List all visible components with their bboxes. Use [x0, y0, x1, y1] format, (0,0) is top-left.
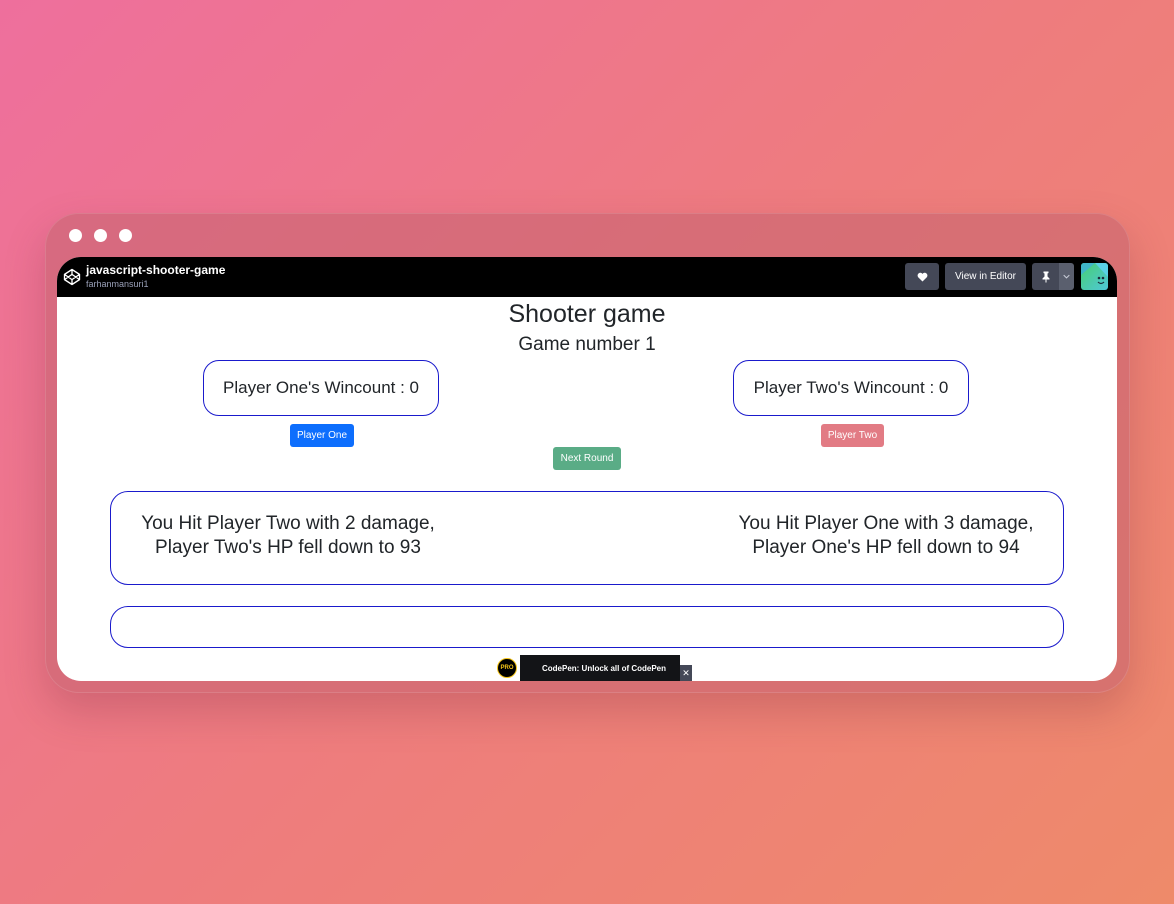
player-two-wincount: Player Two's Wincount : 0 [733, 360, 969, 416]
player-two-log-line2: Player One's HP fell down to 94 [752, 537, 1020, 558]
window-dot-minimize[interactable] [94, 229, 107, 242]
ad-close-button[interactable]: ✕ [680, 665, 692, 681]
result-box [110, 606, 1064, 648]
next-round-button[interactable]: Next Round [553, 447, 621, 470]
pin-icon [1042, 271, 1049, 282]
ad-text[interactable]: CodePen: Unlock all of CodePen [542, 664, 666, 673]
avatar-icon [1081, 263, 1108, 285]
player-one-log-line2: Player Two's HP fell down to 93 [155, 537, 421, 558]
codepen-pro-ad[interactable]: PRO CodePen: Unlock all of CodePen [494, 655, 680, 681]
damage-log: You Hit Player Two with 2 damage, Player… [110, 491, 1064, 585]
game-number: Game number 1 [518, 334, 656, 355]
chevron-down-icon [1063, 274, 1070, 279]
codepen-topbar: javascript-shooter-game farhanmansuri1 V… [57, 257, 1117, 297]
window-controls [69, 229, 132, 242]
pro-badge-container: PRO [494, 655, 520, 681]
browser-window: javascript-shooter-game farhanmansuri1 V… [45, 213, 1130, 693]
pen-title[interactable]: javascript-shooter-game [86, 263, 225, 277]
pin-button[interactable] [1032, 263, 1059, 290]
browser-viewport: javascript-shooter-game farhanmansuri1 V… [57, 257, 1117, 681]
view-in-editor-button[interactable]: View in Editor [945, 263, 1026, 290]
pro-badge: PRO [497, 658, 517, 678]
window-dot-maximize[interactable] [119, 229, 132, 242]
player-one-log-line1: You Hit Player Two with 2 damage, [141, 513, 435, 534]
game-content: Shooter game Game number 1 Player One's … [57, 297, 1117, 681]
codepen-logo-icon[interactable] [63, 268, 81, 286]
pen-author[interactable]: farhanmansuri1 [86, 279, 149, 289]
page-title: Shooter game [508, 300, 666, 328]
heart-icon [917, 272, 927, 282]
heart-button[interactable] [905, 263, 939, 290]
player-one-log: You Hit Player Two with 2 damage, Player… [131, 512, 445, 560]
player-two-button[interactable]: Player Two [821, 424, 884, 447]
player-two-log-line1: You Hit Player One with 3 damage, [738, 513, 1034, 534]
player-two-log: You Hit Player One with 3 damage, Player… [729, 512, 1043, 560]
user-avatar[interactable] [1081, 263, 1108, 290]
player-one-button[interactable]: Player One [290, 424, 354, 447]
window-dot-close[interactable] [69, 229, 82, 242]
player-one-wincount: Player One's Wincount : 0 [203, 360, 439, 416]
pin-dropdown-button[interactable] [1059, 263, 1074, 290]
